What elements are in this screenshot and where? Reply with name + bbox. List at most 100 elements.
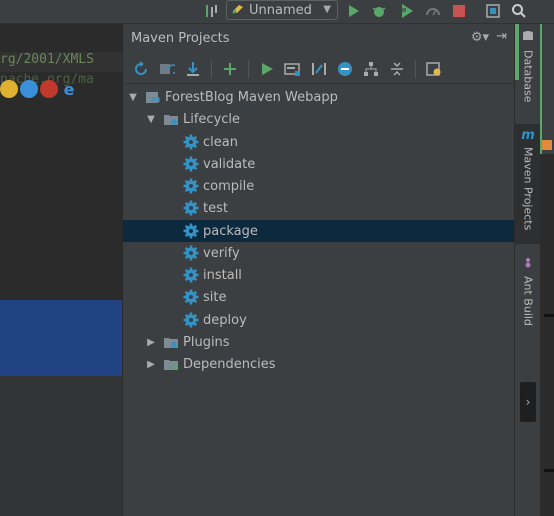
- gear-icon: [183, 178, 199, 194]
- svg-text:m: m: [151, 95, 160, 105]
- run-goal-icon[interactable]: [257, 59, 277, 79]
- maven-projects-panel: Maven Projects ⚙▾ ⇥ ▼ m ForestBlog Maven…: [122, 24, 515, 516]
- tree-goal[interactable]: test: [123, 197, 514, 219]
- execute-goal-icon[interactable]: [283, 59, 303, 79]
- skip-tests-icon[interactable]: [335, 59, 355, 79]
- ie-icon[interactable]: e: [60, 80, 78, 99]
- goal-label: install: [203, 267, 242, 283]
- browser-preview-bar: e: [0, 80, 78, 100]
- goal-label: verify: [203, 245, 240, 261]
- adjacent-window-edge: [540, 24, 554, 516]
- hide-panel-icon[interactable]: ⇥: [496, 29, 507, 44]
- gear-icon[interactable]: ⚙▾: [471, 30, 489, 45]
- main-toolbar: Unnamed ▼: [0, 0, 554, 24]
- chrome-icon[interactable]: [0, 80, 18, 98]
- code-editor[interactable]: rg/2001/XMLS pache.org/ma e: [0, 24, 122, 516]
- download-sources-icon[interactable]: [183, 59, 203, 79]
- tab-label: Maven Projects: [521, 147, 535, 231]
- gear-icon: [183, 267, 199, 283]
- expand-arrow-icon[interactable]: ▶: [145, 336, 157, 348]
- editor-selection-block: [0, 300, 122, 376]
- show-dependencies-icon[interactable]: [361, 59, 381, 79]
- coverage-icon[interactable]: [398, 2, 416, 20]
- project-structure-icon[interactable]: [484, 2, 502, 20]
- maven-project-icon: m: [145, 89, 161, 105]
- opera-icon[interactable]: [40, 80, 58, 98]
- adjacent-panel: [540, 24, 554, 154]
- run-config-label: Unnamed: [249, 2, 312, 18]
- tree-goal[interactable]: clean: [123, 131, 514, 153]
- panel-header: Maven Projects ⚙▾ ⇥: [123, 24, 515, 52]
- expand-arrow-icon[interactable]: ▼: [145, 113, 157, 125]
- goal-label: validate: [203, 156, 256, 172]
- lifecycle-label: Lifecycle: [183, 111, 241, 127]
- toolbar-separator: [211, 59, 212, 78]
- toolbar-separator: [415, 59, 416, 78]
- project-name: ForestBlog Maven Webapp: [165, 89, 338, 105]
- chevron-right-icon[interactable]: ›: [520, 382, 536, 422]
- safari-icon[interactable]: [20, 80, 38, 98]
- collapse-all-icon[interactable]: [387, 59, 407, 79]
- goal-label: clean: [203, 134, 238, 150]
- tab-database[interactable]: Database: [515, 30, 541, 106]
- goal-label: deploy: [203, 312, 247, 328]
- reimport-icon[interactable]: [131, 59, 151, 79]
- search-icon[interactable]: [510, 2, 528, 20]
- expand-arrow-icon[interactable]: ▼: [127, 91, 139, 103]
- chevron-down-icon: ▼: [323, 4, 331, 15]
- edge-marker: [544, 469, 554, 472]
- tree-goal[interactable]: compile: [123, 175, 514, 197]
- goal-label: compile: [203, 178, 255, 194]
- gear-icon: [183, 200, 199, 216]
- build-icon[interactable]: [202, 2, 220, 20]
- run-configuration-select[interactable]: Unnamed ▼: [226, 0, 338, 20]
- tree-node-plugins[interactable]: ▶ Plugins: [123, 331, 514, 353]
- lifecycle-folder-icon: [163, 111, 179, 127]
- toolbar-separator: [248, 59, 249, 78]
- maven-settings-icon[interactable]: [424, 59, 444, 79]
- run-config-icon: [231, 1, 245, 19]
- tab-ant-build[interactable]: Ant Build: [515, 256, 541, 336]
- tree-goal-selected[interactable]: package: [123, 220, 514, 242]
- toggle-offline-icon[interactable]: [309, 59, 329, 79]
- goal-label: test: [203, 200, 228, 216]
- tree-node-lifecycle[interactable]: ▼ Lifecycle: [123, 108, 514, 130]
- stop-icon[interactable]: [450, 2, 468, 20]
- database-icon: [522, 30, 534, 46]
- gear-icon: [183, 156, 199, 172]
- tree-node-project[interactable]: ▼ m ForestBlog Maven Webapp: [123, 86, 514, 108]
- tool-window-strip: Database m Maven Projects Ant Build: [514, 24, 541, 516]
- tab-maven-projects[interactable]: m Maven Projects: [515, 124, 541, 244]
- panel-title: Maven Projects: [131, 30, 230, 46]
- gear-icon: [183, 245, 199, 261]
- editor-gutter-area: [0, 376, 122, 516]
- gear-icon: [183, 289, 199, 305]
- tree-goal[interactable]: install: [123, 264, 514, 286]
- dependencies-label: Dependencies: [183, 356, 276, 372]
- add-icon[interactable]: [220, 59, 240, 79]
- code-line: rg/2001/XMLS: [0, 52, 122, 72]
- profile-icon[interactable]: [424, 2, 442, 20]
- tree-goal[interactable]: deploy: [123, 309, 514, 331]
- generate-sources-icon[interactable]: [157, 59, 177, 79]
- goal-label: site: [203, 289, 227, 305]
- tree-goal[interactable]: verify: [123, 242, 514, 264]
- edge-marker: [544, 314, 554, 317]
- debug-icon[interactable]: [370, 2, 388, 20]
- gear-icon: [183, 223, 199, 239]
- goal-label: package: [203, 223, 258, 239]
- tree-goal[interactable]: validate: [123, 153, 514, 175]
- maven-toolbar: [123, 54, 515, 84]
- tree-node-dependencies[interactable]: ▶ Dependencies: [123, 353, 514, 375]
- run-icon[interactable]: [344, 2, 362, 20]
- tab-label: Database: [521, 50, 535, 103]
- dependencies-folder-icon: [163, 356, 179, 372]
- warning-marker-icon: [542, 140, 552, 150]
- ant-icon: [522, 256, 534, 272]
- tree-goal[interactable]: site: [123, 286, 514, 308]
- tab-label: Ant Build: [521, 276, 535, 326]
- plugins-folder-icon: [163, 334, 179, 350]
- expand-arrow-icon[interactable]: ▶: [145, 358, 157, 370]
- gear-icon: [183, 134, 199, 150]
- maven-icon: m: [521, 128, 535, 143]
